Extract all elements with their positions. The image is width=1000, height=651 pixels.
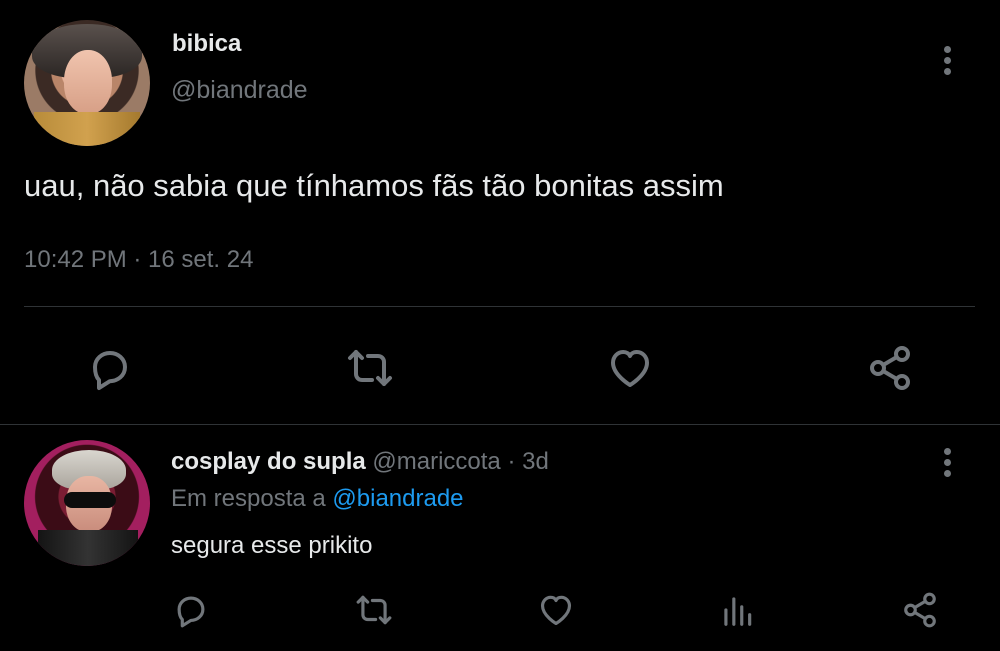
reply-retweet-icon[interactable] bbox=[355, 591, 393, 629]
replying-to-label: Em resposta a bbox=[171, 485, 326, 512]
author-handle[interactable]: @biandrade bbox=[171, 76, 308, 105]
tweet-timestamp[interactable]: 10:42 PM · 16 set. 24 bbox=[24, 246, 253, 274]
share-icon[interactable] bbox=[866, 344, 914, 392]
reply-comment-icon[interactable] bbox=[172, 591, 210, 629]
replying-to: Em resposta a @biandrade bbox=[171, 485, 464, 513]
author-avatar[interactable] bbox=[24, 20, 150, 146]
divider bbox=[24, 306, 975, 307]
reply-text: segura esse prikito bbox=[171, 532, 373, 559]
analytics-icon[interactable] bbox=[718, 591, 756, 629]
reply-time-separator: · bbox=[507, 448, 516, 475]
author-display-name[interactable]: bibica bbox=[172, 30, 241, 58]
replying-to-handle[interactable]: @biandrade bbox=[332, 485, 463, 512]
reply-avatar[interactable] bbox=[24, 440, 150, 566]
reply-display-name[interactable]: cosplay do supla bbox=[171, 448, 366, 475]
more-options-icon[interactable] bbox=[944, 46, 952, 76]
divider bbox=[0, 424, 1000, 425]
comment-icon[interactable] bbox=[86, 344, 134, 392]
reply-handle[interactable]: @mariccota bbox=[372, 448, 500, 475]
reply-share-icon[interactable] bbox=[901, 591, 939, 629]
heart-icon[interactable] bbox=[606, 344, 654, 392]
reply-heart-icon[interactable] bbox=[537, 591, 575, 629]
reply-time[interactable]: 3d bbox=[522, 448, 549, 475]
tweet-text: uau, não sabia que tínhamos fãs tão boni… bbox=[24, 168, 724, 203]
reply-header: cosplay do supla @mariccota · 3d bbox=[171, 448, 549, 476]
reply-more-options-icon[interactable] bbox=[944, 448, 952, 478]
retweet-icon[interactable] bbox=[346, 344, 394, 392]
